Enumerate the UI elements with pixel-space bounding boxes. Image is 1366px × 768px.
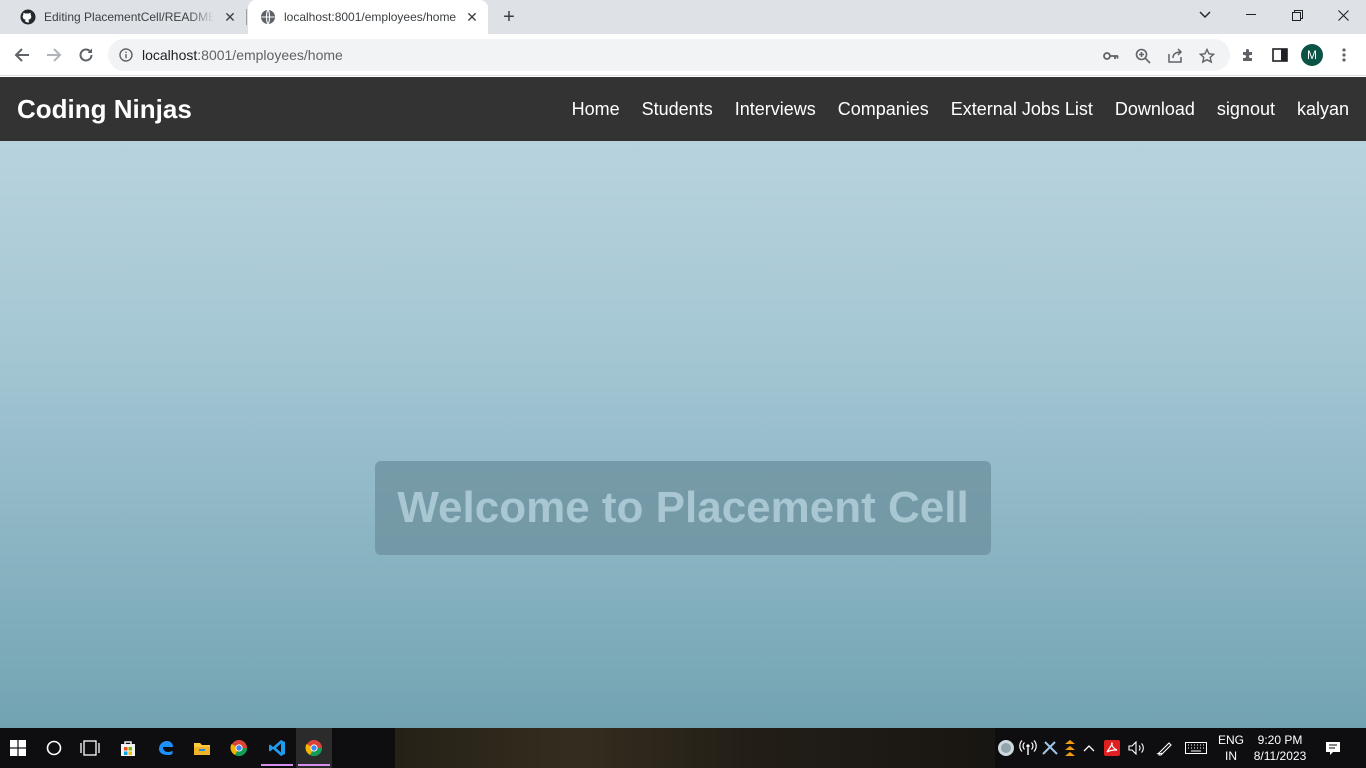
show-hidden-icons-icon[interactable] bbox=[1080, 728, 1098, 768]
file-explorer-icon[interactable] bbox=[184, 728, 220, 768]
nav-interviews-link[interactable]: Interviews bbox=[735, 99, 816, 120]
zoom-icon[interactable] bbox=[1134, 47, 1152, 65]
input-language[interactable]: ENG IN bbox=[1214, 732, 1248, 764]
nav-home-link[interactable]: Home bbox=[572, 99, 620, 120]
tray-orange-icon[interactable] bbox=[1061, 728, 1079, 768]
minimize-icon[interactable] bbox=[1228, 0, 1274, 30]
side-panel-icon[interactable] bbox=[1270, 45, 1290, 65]
hotspot-icon[interactable] bbox=[1017, 728, 1039, 768]
back-icon[interactable] bbox=[10, 43, 34, 67]
info-icon[interactable] bbox=[119, 48, 133, 67]
nav-companies-link[interactable]: Companies bbox=[838, 99, 929, 120]
close-tab-icon[interactable]: ✕ bbox=[222, 9, 238, 25]
welcome-banner: Welcome to Placement Cell bbox=[375, 461, 991, 555]
tray-app-icon[interactable] bbox=[996, 728, 1016, 768]
store-icon[interactable] bbox=[110, 728, 146, 768]
site-brand[interactable]: Coding Ninjas bbox=[17, 94, 192, 125]
volume-icon[interactable] bbox=[1126, 728, 1148, 768]
page-content: Coding Ninjas Home Students Interviews C… bbox=[0, 77, 1366, 728]
windows-start-icon[interactable] bbox=[0, 728, 36, 768]
notifications-icon[interactable] bbox=[1318, 728, 1348, 768]
new-tab-icon[interactable]: + bbox=[498, 6, 520, 28]
tab-title: localhost:8001/employees/home bbox=[284, 10, 457, 24]
pen-icon[interactable] bbox=[1154, 728, 1176, 768]
nav-signout-link[interactable]: signout bbox=[1217, 99, 1275, 120]
profile-avatar[interactable]: M bbox=[1301, 44, 1323, 66]
nav-user-link[interactable]: kalyan bbox=[1297, 99, 1349, 120]
tab-localhost-home[interactable]: localhost:8001/employees/home ✕ bbox=[248, 0, 488, 34]
nav-links: Home Students Interviews Companies Exter… bbox=[550, 77, 1349, 141]
touch-keyboard-icon[interactable] bbox=[1183, 728, 1209, 768]
browser-toolbar: localhost:8001/employees/home M bbox=[0, 34, 1366, 76]
chrome-icon[interactable] bbox=[221, 728, 257, 768]
address-bar[interactable]: localhost:8001/employees/home bbox=[108, 39, 1230, 71]
forward-icon[interactable] bbox=[42, 43, 66, 67]
system-clock[interactable]: 9:20 PM 8/11/2023 bbox=[1244, 732, 1316, 764]
tab-separator bbox=[246, 9, 247, 25]
tab-search-icon[interactable] bbox=[1182, 0, 1228, 30]
tab-title: Editing PlacementCell/README.md bbox=[44, 10, 214, 24]
close-window-icon[interactable] bbox=[1320, 0, 1366, 30]
nav-external-jobs-link[interactable]: External Jobs List bbox=[951, 99, 1093, 120]
github-icon bbox=[20, 9, 36, 25]
bookmark-star-icon[interactable] bbox=[1198, 47, 1216, 65]
tools-icon[interactable] bbox=[1040, 728, 1060, 768]
restore-icon[interactable] bbox=[1274, 0, 1320, 30]
globe-icon bbox=[260, 9, 276, 25]
site-navbar: Coding Ninjas Home Students Interviews C… bbox=[0, 77, 1366, 141]
nav-download-link[interactable]: Download bbox=[1115, 99, 1195, 120]
windows-taskbar: ENG IN 9:20 PM 8/11/2023 bbox=[0, 728, 1366, 768]
menu-kebab-icon[interactable] bbox=[1334, 45, 1354, 65]
url-text: localhost:8001/employees/home bbox=[142, 47, 343, 63]
wallpaper-strip bbox=[395, 728, 995, 768]
nav-students-link[interactable]: Students bbox=[642, 99, 713, 120]
running-indicator bbox=[261, 764, 293, 766]
acrobat-icon[interactable] bbox=[1102, 728, 1122, 768]
edge-icon[interactable] bbox=[148, 728, 184, 768]
task-view-icon[interactable] bbox=[72, 728, 108, 768]
share-icon[interactable] bbox=[1166, 47, 1184, 65]
tab-strip: Editing PlacementCell/README.md ✕ localh… bbox=[0, 0, 1366, 34]
close-tab-icon[interactable]: ✕ bbox=[464, 9, 480, 25]
reload-icon[interactable] bbox=[74, 43, 98, 67]
vscode-icon[interactable] bbox=[259, 728, 295, 768]
key-icon[interactable] bbox=[1102, 47, 1120, 65]
running-indicator bbox=[298, 764, 330, 766]
tab-github-readme[interactable]: Editing PlacementCell/README.md ✕ bbox=[12, 0, 246, 34]
welcome-heading: Welcome to Placement Cell bbox=[397, 483, 969, 532]
chrome-active-icon[interactable] bbox=[296, 728, 332, 768]
extensions-icon[interactable] bbox=[1238, 45, 1258, 65]
cortana-search-icon[interactable] bbox=[36, 728, 72, 768]
